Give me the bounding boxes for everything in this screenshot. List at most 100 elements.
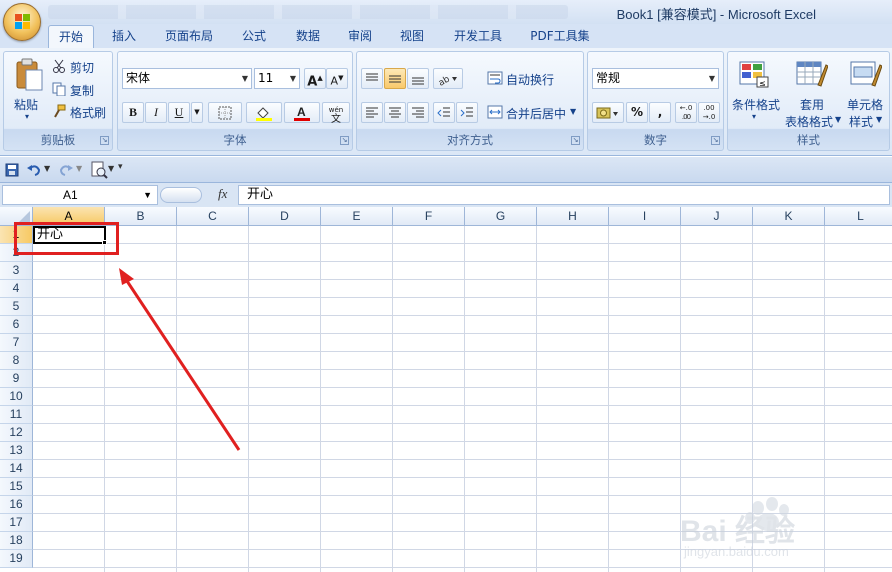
- tab-data[interactable]: 数据: [286, 25, 330, 48]
- conditional-formatting-button[interactable]: 条件格式: [732, 96, 780, 113]
- align-middle-button[interactable]: [384, 68, 406, 89]
- align-top-button[interactable]: [361, 68, 383, 89]
- italic-button[interactable]: I: [145, 102, 167, 123]
- format-as-table-dropdown[interactable]: ▼: [835, 115, 841, 124]
- font-name-select[interactable]: 宋体 ▼: [122, 68, 252, 89]
- underline-button[interactable]: U: [168, 102, 190, 123]
- row-header-6[interactable]: 6: [0, 316, 33, 334]
- column-header-d[interactable]: D: [249, 207, 321, 226]
- cell-styles-dropdown[interactable]: ▼: [876, 115, 882, 124]
- tab-view[interactable]: 视图: [390, 25, 434, 48]
- tab-home[interactable]: 开始: [48, 25, 94, 48]
- row-header-14[interactable]: 14: [0, 460, 33, 478]
- copy-button[interactable]: 复制: [70, 82, 94, 99]
- paste-button[interactable]: 粘贴: [14, 96, 38, 113]
- row-header-9[interactable]: 9: [0, 370, 33, 388]
- paste-dropdown-arrow[interactable]: ▾: [25, 112, 29, 121]
- row-header-4[interactable]: 4: [0, 280, 33, 298]
- number-launcher-icon[interactable]: ↘: [711, 136, 720, 145]
- undo-dropdown-icon[interactable]: ▼: [44, 164, 50, 173]
- row-gridline: [33, 243, 892, 244]
- format-painter-button[interactable]: 格式刷: [70, 104, 106, 121]
- align-right-button[interactable]: [407, 102, 429, 123]
- column-header-c[interactable]: C: [177, 207, 249, 226]
- cell-styles-label-1[interactable]: 单元格: [847, 96, 883, 113]
- conditional-formatting-dropdown[interactable]: ▾: [752, 112, 756, 121]
- decrease-indent-button[interactable]: [433, 102, 455, 123]
- column-header-j[interactable]: J: [681, 207, 753, 226]
- phonetic-button[interactable]: wén 文: [322, 102, 350, 125]
- tab-pdf-tools[interactable]: PDF工具集: [522, 25, 598, 48]
- underline-dropdown[interactable]: ▼: [191, 102, 203, 123]
- insert-function-button[interactable]: fx: [218, 186, 227, 202]
- tab-review[interactable]: 审阅: [338, 25, 382, 48]
- alignment-launcher-icon[interactable]: ↘: [571, 136, 580, 145]
- column-header-e[interactable]: E: [321, 207, 393, 226]
- font-name-value: 宋体: [126, 71, 151, 85]
- decrease-decimal-button[interactable]: .00 →.0: [698, 102, 720, 123]
- wrap-text-button[interactable]: 自动换行: [506, 71, 554, 88]
- save-icon[interactable]: [5, 163, 19, 180]
- row-header-17[interactable]: 17: [0, 514, 33, 532]
- column-header-f[interactable]: F: [393, 207, 465, 226]
- row-header-13[interactable]: 13: [0, 442, 33, 460]
- paste-icon[interactable]: [14, 58, 44, 92]
- formula-expand-handle[interactable]: [160, 187, 202, 203]
- font-color-button[interactable]: A: [284, 102, 320, 123]
- row-gridline: [33, 441, 892, 442]
- align-left-button[interactable]: [361, 102, 383, 123]
- cell-styles-button[interactable]: 样式: [849, 113, 873, 130]
- clipboard-launcher-icon[interactable]: ↘: [100, 136, 109, 145]
- bold-button[interactable]: B: [122, 102, 144, 123]
- print-preview-dropdown-icon[interactable]: ▼: [108, 164, 114, 173]
- tab-insert[interactable]: 插入: [102, 25, 146, 48]
- print-preview-icon[interactable]: [90, 161, 108, 182]
- align-center-button[interactable]: [384, 102, 406, 123]
- font-launcher-icon[interactable]: ↘: [340, 136, 349, 145]
- shrink-font-button[interactable]: A▼: [326, 68, 348, 89]
- customize-qat-icon[interactable]: ▾: [118, 162, 123, 172]
- increase-indent-button[interactable]: [456, 102, 478, 123]
- undo-icon[interactable]: [26, 162, 42, 181]
- row-header-18[interactable]: 18: [0, 532, 33, 550]
- row-header-8[interactable]: 8: [0, 352, 33, 370]
- row-header-5[interactable]: 5: [0, 298, 33, 316]
- row-header-10[interactable]: 10: [0, 388, 33, 406]
- chevron-down-icon[interactable]: ▼: [143, 186, 152, 204]
- row-header-11[interactable]: 11: [0, 406, 33, 424]
- column-header-i[interactable]: I: [609, 207, 681, 226]
- row-header-3[interactable]: 3: [0, 262, 33, 280]
- tab-page-layout[interactable]: 页面布局: [156, 25, 222, 48]
- formula-input[interactable]: 开心: [238, 185, 890, 205]
- office-button[interactable]: [3, 3, 41, 41]
- merge-center-dropdown[interactable]: ▼: [570, 107, 576, 116]
- merge-center-button[interactable]: 合并后居中: [506, 105, 566, 122]
- column-header-h[interactable]: H: [537, 207, 609, 226]
- svg-text:ab: ab: [437, 74, 452, 86]
- column-header-g[interactable]: G: [465, 207, 537, 226]
- align-bottom-button[interactable]: [407, 68, 429, 89]
- grow-font-button[interactable]: A▲: [304, 68, 326, 89]
- row-header-19[interactable]: 19: [0, 550, 33, 568]
- column-header-l[interactable]: L: [825, 207, 892, 226]
- number-format-select[interactable]: 常规 ▼: [592, 68, 719, 89]
- tab-formulas[interactable]: 公式: [232, 25, 276, 48]
- cut-button[interactable]: 剪切: [70, 59, 94, 76]
- percent-style-button[interactable]: %: [626, 102, 648, 123]
- row-header-12[interactable]: 12: [0, 424, 33, 442]
- comma-style-button[interactable]: ,: [649, 102, 671, 123]
- orientation-button[interactable]: ab: [433, 68, 463, 89]
- row-header-15[interactable]: 15: [0, 478, 33, 496]
- accounting-format-button[interactable]: [592, 102, 624, 123]
- format-as-table-button[interactable]: 表格格式: [785, 113, 833, 130]
- fill-color-button[interactable]: [246, 102, 282, 123]
- row-header-7[interactable]: 7: [0, 334, 33, 352]
- format-as-table-label-1[interactable]: 套用: [800, 96, 824, 113]
- font-size-select[interactable]: 11 ▼: [254, 68, 300, 89]
- tab-developer[interactable]: 开发工具: [446, 25, 510, 48]
- row-header-16[interactable]: 16: [0, 496, 33, 514]
- increase-decimal-button[interactable]: ←.0.00: [675, 102, 697, 123]
- name-box[interactable]: A1 ▼: [2, 185, 158, 205]
- borders-button[interactable]: [208, 102, 242, 123]
- column-header-k[interactable]: K: [753, 207, 825, 226]
